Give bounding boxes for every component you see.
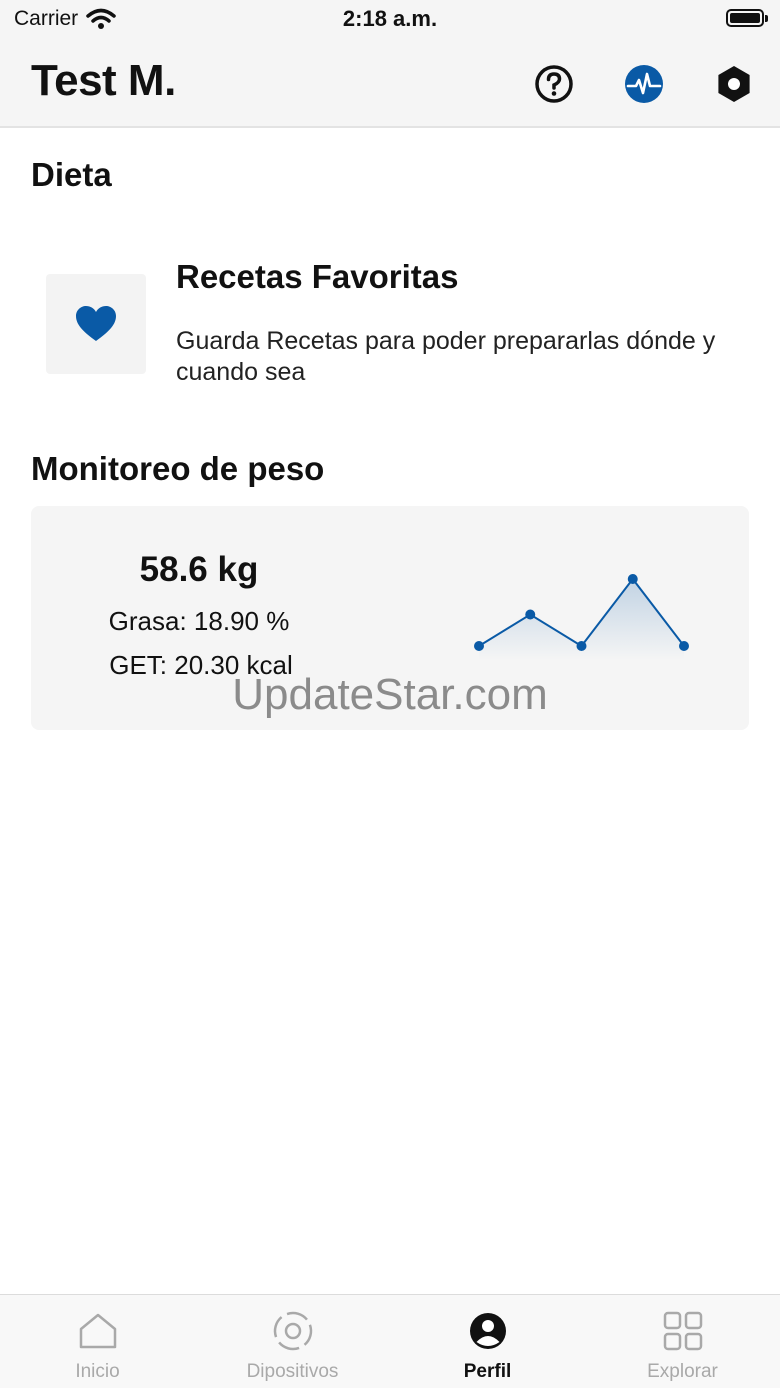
tab-bar: Inicio Dipositivos Perfil Explorar bbox=[0, 1294, 780, 1388]
body-fat-value: Grasa: 18.90 % bbox=[108, 606, 290, 636]
weight-section-title: Monitoreo de peso bbox=[31, 450, 325, 487]
favorite-recipes-card[interactable]: Recetas Favoritas Guarda Recetas para po… bbox=[30, 250, 750, 400]
grid-icon bbox=[663, 1311, 702, 1351]
heart-pulse-icon bbox=[625, 65, 663, 103]
settings-hexagon-icon bbox=[718, 66, 750, 102]
tab-dispositivos[interactable]: Dipositivos bbox=[195, 1295, 390, 1388]
trend-point-1 bbox=[525, 609, 536, 620]
weight-monitoring-card[interactable]: 58.6 kg Grasa: 18.90 % GET: 20.30 kcal bbox=[31, 506, 749, 730]
tab-explorar[interactable]: Explorar bbox=[585, 1295, 780, 1388]
battery-icon bbox=[726, 9, 768, 27]
nav-header: Test M. bbox=[0, 40, 780, 128]
health-button[interactable] bbox=[622, 62, 666, 106]
clock: 2:18 a.m. bbox=[342, 6, 438, 31]
device-icon bbox=[273, 1311, 312, 1351]
help-circle-icon bbox=[535, 65, 573, 103]
trend-point-2 bbox=[576, 641, 587, 651]
trend-point-4 bbox=[679, 641, 689, 651]
tab-explorar-label: Explorar bbox=[647, 1361, 718, 1382]
heart-icon bbox=[76, 306, 116, 341]
tab-dispositivos-label: Dipositivos bbox=[246, 1361, 339, 1382]
home-icon bbox=[79, 1313, 116, 1349]
diet-section-title: Dieta bbox=[31, 156, 112, 193]
get-value: GET: 20.30 kcal bbox=[109, 650, 293, 680]
favorite-recipes-title: Recetas Favoritas bbox=[176, 258, 459, 295]
trend-point-3 bbox=[627, 574, 638, 584]
favorite-recipes-description: Guarda Recetas para poder prepararlas dó… bbox=[176, 327, 716, 386]
tab-inicio-label: Inicio bbox=[75, 1361, 120, 1382]
trend-point-0 bbox=[474, 641, 484, 651]
user-circle-icon bbox=[469, 1313, 506, 1349]
tab-perfil[interactable]: Perfil bbox=[390, 1295, 585, 1388]
tab-perfil-label: Perfil bbox=[463, 1361, 512, 1382]
help-button[interactable] bbox=[532, 62, 576, 106]
weight-trend-chart bbox=[474, 574, 689, 660]
weight-value: 58.6 kg bbox=[139, 550, 259, 589]
settings-button[interactable] bbox=[712, 62, 756, 106]
tab-inicio[interactable]: Inicio bbox=[0, 1295, 195, 1388]
page-title: Test M. bbox=[31, 56, 176, 105]
favorite-recipes-thumbnail bbox=[46, 274, 146, 374]
status-bar: Carrier 2:18 a.m. bbox=[0, 0, 780, 40]
